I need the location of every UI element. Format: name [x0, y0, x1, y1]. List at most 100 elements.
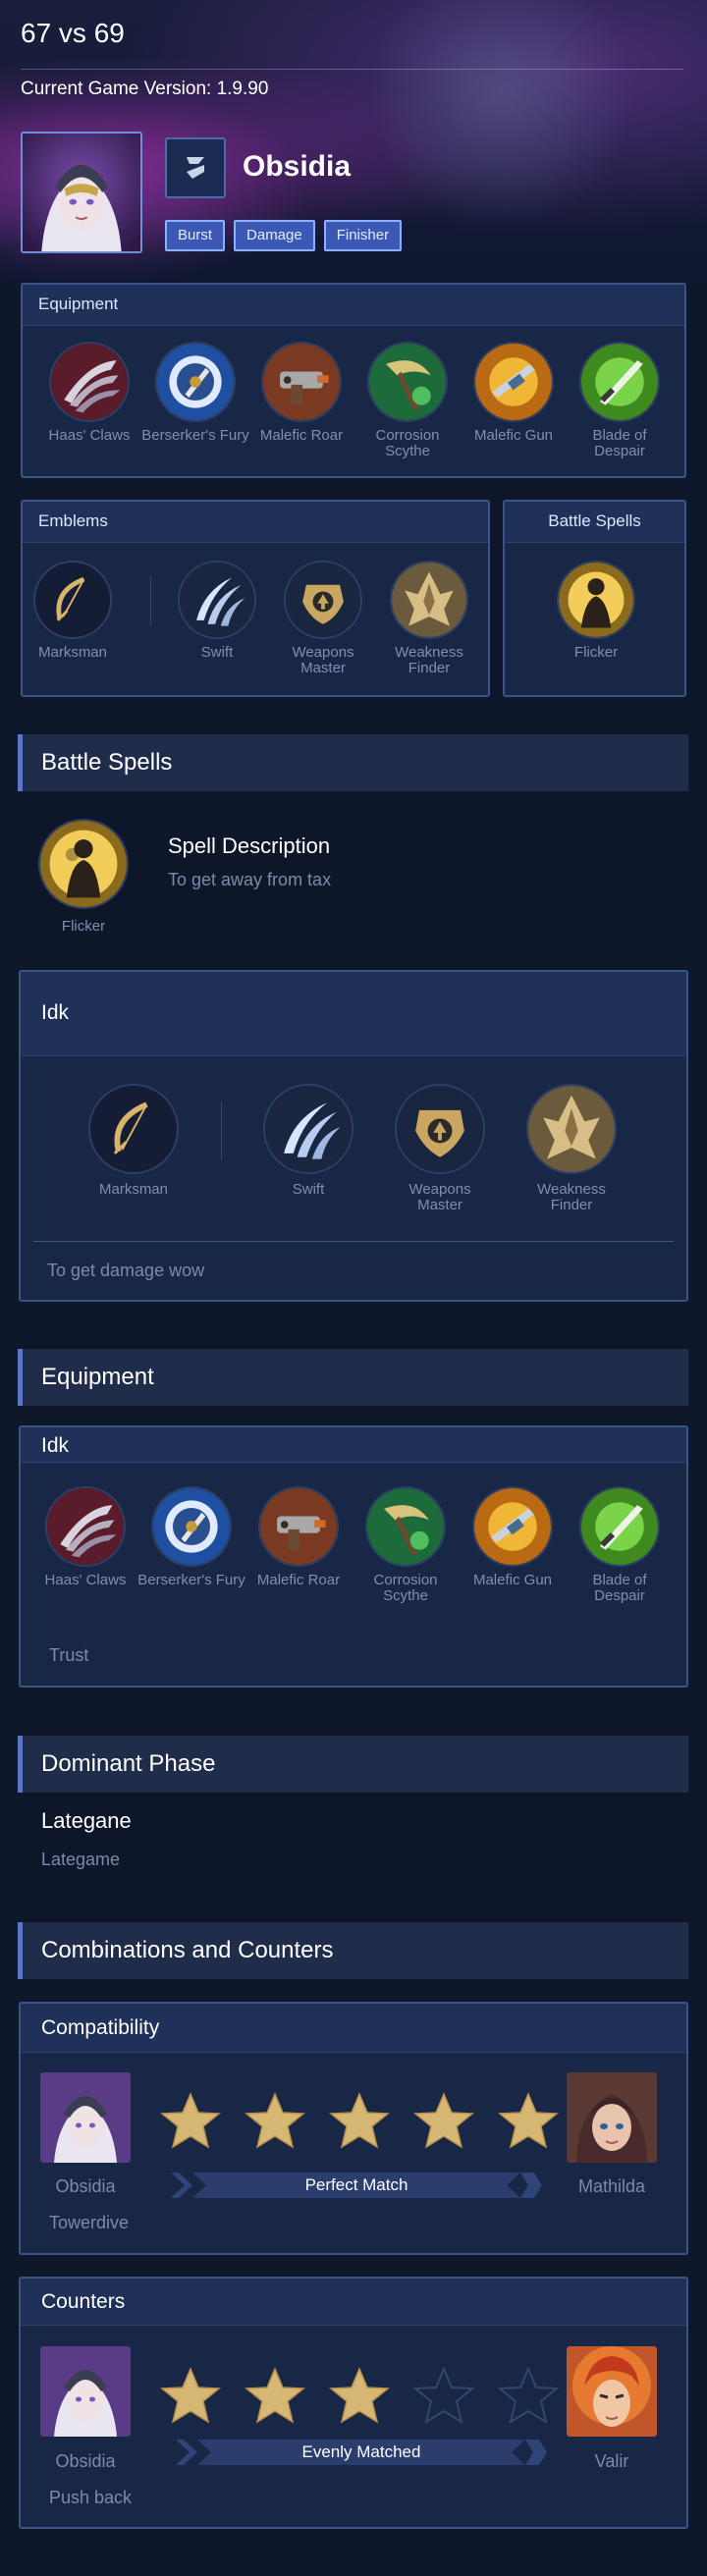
battle-spells-section-title: Battle Spells: [18, 734, 688, 791]
header-divider: [21, 69, 683, 70]
equipment-build-panel: Idk Haas' Claws Berserker's Fury Malefic…: [19, 1425, 688, 1688]
item-label: Haas' Claws: [48, 427, 131, 444]
star-icon-filled: [413, 2092, 474, 2149]
equipment-item[interactable]: Corrosion Scythe: [354, 342, 462, 459]
emblem-divider: [150, 576, 151, 625]
star-icon-filled: [245, 2367, 305, 2424]
compatibility-panel: Compatibility Obsidia Perfect Match Math…: [19, 2002, 688, 2255]
equipment-item[interactable]: Blade of Despair: [566, 342, 674, 459]
berserkers-fury-icon: [151, 1486, 232, 1567]
hero-name: Obsidia: [243, 150, 352, 183]
malefic-roar-icon: [258, 1486, 339, 1567]
swift-talent-icon: [178, 561, 256, 639]
equipment-item[interactable]: Malefic Gun: [460, 342, 568, 444]
equipment-item[interactable]: Haas' Claws: [35, 342, 143, 444]
talent-item[interactable]: Weapons Master: [386, 1084, 494, 1213]
talent-item[interactable]: Weakness Finder: [517, 1084, 625, 1213]
hero-portrait-right[interactable]: [567, 2072, 657, 2163]
star-icon-filled: [160, 2367, 221, 2424]
talent-label: Weakness Finder: [537, 1181, 606, 1213]
talent-label: Weakness Finder: [395, 644, 463, 676]
marksman-emblem-icon: [88, 1084, 179, 1174]
talent-item[interactable]: Swift: [254, 1084, 362, 1198]
weakness-finder-talent-icon: [526, 1084, 617, 1174]
equipment-item[interactable]: Berserker's Fury: [137, 1486, 245, 1588]
spell-label: Flicker: [573, 644, 619, 661]
panel-title: Emblems: [23, 502, 488, 543]
rating-label-bar: Perfect Match: [171, 2173, 542, 2198]
talent-label: Swift: [292, 1181, 325, 1198]
spell-item[interactable]: Flicker: [542, 561, 650, 661]
hero-name-left: Obsidia: [55, 2176, 116, 2196]
compatibility-note: Towerdive: [49, 2213, 130, 2232]
talent-item[interactable]: Swift: [163, 561, 271, 661]
equipment-item[interactable]: Malefic Roar: [245, 1486, 353, 1588]
equipment-item[interactable]: Corrosion Scythe: [352, 1486, 460, 1604]
role-badges: Burst Damage Finisher: [165, 220, 403, 251]
item-label: Corrosion Scythe: [375, 427, 440, 459]
item-label: Blade of Despair: [592, 427, 647, 459]
star-icon-filled: [245, 2092, 305, 2149]
emblems-panel: Emblems Marksman Swift Weapons Master We…: [21, 500, 490, 697]
talent-label: Weapons Master: [292, 644, 354, 676]
build-note: Trust: [49, 1645, 89, 1665]
hero-portrait-right[interactable]: [567, 2346, 657, 2437]
role-badge: Burst: [165, 220, 226, 251]
counters-panel: Counters Obsidia Evenly Matched Valir Pu…: [19, 2277, 688, 2529]
equipment-item[interactable]: Blade of Despair: [566, 1486, 674, 1604]
haas-claws-icon: [49, 342, 130, 422]
equipment-item[interactable]: Haas' Claws: [31, 1486, 139, 1588]
star-icon-filled: [329, 2092, 390, 2149]
star-icon-filled: [329, 2367, 390, 2424]
corrosion-scythe-icon: [367, 342, 448, 422]
emblem-build-panel: Idk Marksman Swift Weapons Master Weakne…: [19, 970, 688, 1302]
hero-portrait-left[interactable]: [40, 2346, 131, 2437]
emblem-main[interactable]: Marksman: [80, 1084, 188, 1198]
star-icon-filled: [160, 2092, 221, 2149]
corrosion-scythe-icon: [365, 1486, 446, 1567]
talent-label: Weapons Master: [408, 1181, 471, 1213]
spell-item[interactable]: Flicker: [29, 819, 137, 935]
counters-rating: [160, 2367, 559, 2426]
weapons-master-talent-icon: [284, 561, 362, 639]
marksman-emblem-icon: [33, 561, 112, 639]
weapons-master-talent-icon: [395, 1084, 485, 1174]
hero-name-right: Valir: [594, 2451, 629, 2471]
rating-label: Evenly Matched: [301, 2442, 421, 2461]
dominant-phase-value: Lategane: [41, 1808, 132, 1833]
hero-name-right: Mathilda: [577, 2176, 646, 2196]
item-label: Haas' Claws: [44, 1572, 127, 1588]
talent-item[interactable]: Weapons Master: [269, 561, 377, 676]
item-label: Malefic Roar: [259, 427, 344, 444]
equipment-section-title: Equipment: [18, 1349, 688, 1406]
rating-label: Perfect Match: [304, 2175, 408, 2194]
emblem-main[interactable]: Marksman: [19, 561, 127, 661]
flicker-spell-icon: [38, 819, 129, 909]
build-title: Idk: [21, 972, 686, 1056]
talent-item[interactable]: Weakness Finder: [375, 561, 483, 676]
panel-title: Battle Spells: [505, 502, 684, 543]
dominant-phase-note: Lategame: [41, 1850, 121, 1869]
match-title: 67 vs 69: [21, 18, 125, 48]
panel-title: Counters: [21, 2279, 686, 2326]
role-badge: Damage: [234, 220, 315, 251]
item-label: Berserker's Fury: [141, 427, 249, 444]
haas-claws-icon: [45, 1486, 126, 1567]
hero-portrait-left[interactable]: [40, 2072, 131, 2163]
malefic-gun-icon: [473, 342, 554, 422]
game-version: Current Game Version: 1.9.90: [21, 79, 269, 99]
equipment-item[interactable]: Berserker's Fury: [141, 342, 249, 444]
spell-description-title: Spell Description: [168, 833, 331, 858]
equipment-item[interactable]: Malefic Gun: [459, 1486, 567, 1588]
panel-title: Compatibility: [21, 2004, 686, 2053]
flicker-spell-icon: [557, 561, 635, 639]
item-label: Berserker's Fury: [137, 1572, 245, 1588]
spell-description-text: To get away from tax: [168, 870, 332, 889]
combos-section-title: Combinations and Counters: [18, 1922, 688, 1979]
berserkers-fury-icon: [155, 342, 236, 422]
item-label: Corrosion Scythe: [373, 1572, 438, 1604]
star-icon-empty: [413, 2367, 474, 2425]
build-title: Idk: [21, 1427, 686, 1463]
assassin-role-icon: [165, 137, 226, 198]
equipment-item[interactable]: Malefic Roar: [247, 342, 355, 444]
